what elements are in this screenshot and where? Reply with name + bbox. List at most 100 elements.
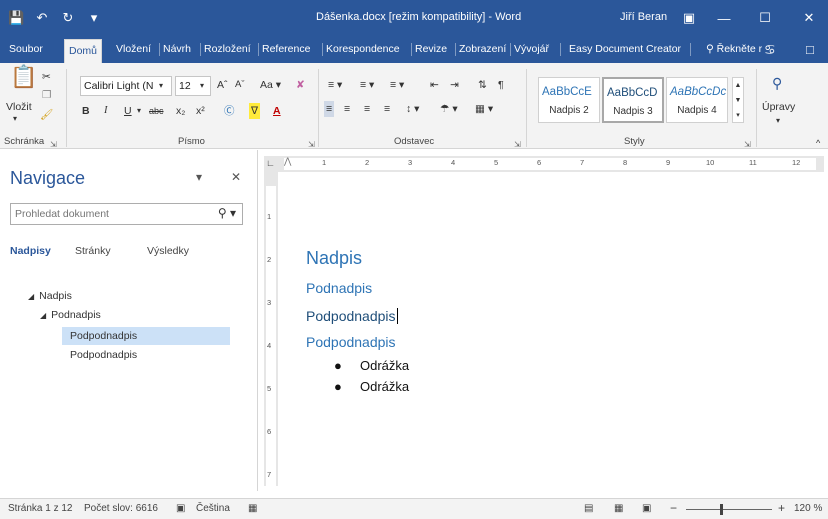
font-size-dropdown-icon[interactable]: ▾ [200,78,204,94]
heading-2[interactable]: Podnadpis [306,280,372,296]
zoom-out-icon[interactable]: − [670,501,677,515]
superscript-icon[interactable]: x² [196,103,205,119]
comments-icon[interactable]: □ [806,36,814,63]
paste-button[interactable]: Vložit [6,99,32,115]
font-size-box[interactable]: 12 [175,76,211,96]
tree-item-podpodnadpis[interactable]: Podpodnadpis [70,349,137,361]
justify-icon[interactable]: ≡ [384,101,390,117]
collapse-ribbon-icon[interactable]: ^ [816,135,820,151]
print-layout-icon[interactable]: ▦ [614,503,623,514]
search-box[interactable]: ⚲ ▾ [10,203,243,225]
pane-options-icon[interactable]: ▾ [196,170,202,184]
font-color-icon[interactable]: A [273,103,281,119]
clipboard-dialog-launcher-icon[interactable]: ⇲ [50,140,57,149]
tab-reference[interactable]: Reference [258,36,314,63]
increase-indent-icon[interactable]: ⇥ [450,77,459,93]
horizontal-ruler[interactable]: ∟ ⋀ 1 2 3 4 5 6 7 8 9 10 11 12 [264,156,824,172]
vertical-ruler[interactable]: 1 2 3 4 5 6 7 [264,172,278,486]
customize-qat-icon[interactable]: ▾ [86,9,102,27]
decrease-indent-icon[interactable]: ⇤ [430,77,439,93]
minimize-icon[interactable]: — [707,0,741,36]
maximize-icon[interactable]: ☐ [748,0,782,36]
styles-scroll[interactable]: ▲ ▼ ▾ [732,77,744,123]
tab-revize[interactable]: Revize [411,36,451,63]
style-heading-2[interactable]: AaBbCcE Nadpis 2 [538,77,600,123]
strikethrough-icon[interactable]: abc [149,103,164,119]
cut-icon[interactable]: ✂ [42,69,51,85]
numbering-icon[interactable]: ≡ ▾ [360,77,374,93]
word-count[interactable]: Počet slov: 6616 [84,503,158,514]
clear-formatting-icon[interactable]: ✘ [296,77,305,93]
align-center-icon[interactable]: ≡ [344,101,350,117]
tab-vlozeni[interactable]: Vložení [112,36,155,63]
zoom-slider-thumb[interactable] [720,504,723,515]
tab-domu[interactable]: Domů [64,39,103,63]
subscript-icon[interactable]: x₂ [176,103,185,119]
close-pane-icon[interactable]: ✕ [231,170,241,184]
ribbon-display-options-icon[interactable]: ▣ [672,0,706,36]
style-heading-4[interactable]: AaBbCcDc Nadpis 4 [666,77,728,123]
bullet-item[interactable]: ● Odrážka [334,379,409,394]
document-page[interactable]: Nadpis Podnadpis Podpodnadpis Podpodnadp… [282,172,824,490]
font-name-dropdown-icon[interactable]: ▾ [159,78,163,94]
tab-korespondence[interactable]: Korespondence [322,36,404,63]
indent-marker-icon[interactable]: ⋀ [284,156,291,167]
heading-3[interactable]: Podpodnadpis [306,334,396,350]
shrink-font-icon[interactable]: Aˇ [235,77,245,93]
collapse-icon[interactable]: ◢ [28,292,34,301]
read-mode-icon[interactable]: ▤ [584,503,593,514]
change-case-button[interactable]: Aa ▾ [260,77,281,93]
tab-soubor[interactable]: Soubor [5,36,47,63]
align-left-icon[interactable]: ≡ [324,101,335,117]
undo-icon[interactable]: ↶ [34,9,50,27]
user-name[interactable]: Jiří Beran [620,11,667,23]
tree-item-podpodnadpis-selected[interactable]: Podpodnadpis [62,327,230,345]
heading-1[interactable]: Nadpis [306,248,362,269]
multilevel-list-icon[interactable]: ≡ ▾ [390,77,404,93]
save-icon[interactable]: 💾 [8,9,24,27]
nav-tab-pages[interactable]: Stránky [75,245,111,257]
tab-rozlozeni[interactable]: Rozložení [200,36,255,63]
macro-record-icon[interactable]: ▦ [248,503,257,514]
format-painter-icon[interactable]: 🖌 [40,107,53,123]
heading-3-with-cursor[interactable]: Podpodnadpis [306,308,398,324]
underline-icon[interactable]: U [124,103,132,119]
styles-dialog-launcher-icon[interactable]: ⇲ [744,140,751,149]
paste-dropdown-icon[interactable]: ▾ [13,111,17,127]
underline-dropdown-icon[interactable]: ▾ [137,103,141,119]
align-right-icon[interactable]: ≡ [364,101,370,117]
bullets-icon[interactable]: ≡ ▾ [328,77,342,93]
search-icon[interactable]: ⚲ ▾ [218,206,236,220]
style-heading-3[interactable]: AaBbCcD Nadpis 3 [602,77,664,123]
grow-font-icon[interactable]: Aˆ [217,77,228,93]
tree-item-nadpis[interactable]: ◢ Nadpis [28,290,72,302]
line-spacing-icon[interactable]: ↕ ▾ [406,101,419,117]
share-icon[interactable]: ♋ [764,36,776,63]
tab-selector-icon[interactable]: ∟ [266,158,275,168]
tree-item-podnadpis[interactable]: ◢ Podnadpis [40,309,101,321]
editing-dropdown-icon[interactable]: ▾ [776,113,780,129]
web-layout-icon[interactable]: ▣ [642,503,651,514]
shading-icon[interactable]: ☂ ▾ [440,101,458,117]
copy-icon[interactable]: ❐ [42,87,51,103]
language[interactable]: Čeština [196,503,230,514]
close-icon[interactable]: ✕ [792,0,826,36]
nav-tab-results[interactable]: Výsledky [147,245,189,257]
paragraph-dialog-launcher-icon[interactable]: ⇲ [514,140,521,149]
redo-icon[interactable]: ↻ [60,9,76,27]
font-dialog-launcher-icon[interactable]: ⇲ [308,140,315,149]
italic-icon[interactable]: I [104,103,108,119]
tell-me-search[interactable]: ⚲ Řekněte r [706,36,762,63]
nav-tab-headings[interactable]: Nadpisy [10,245,51,257]
bold-icon[interactable]: B [82,103,90,119]
tab-easy-document-creator[interactable]: Easy Document Creator [565,36,685,63]
tab-navrh[interactable]: Návrh [159,36,195,63]
text-effects-icon[interactable]: Ⓒ [224,103,235,119]
zoom-in-icon[interactable]: + [778,501,785,515]
tab-zobrazeni[interactable]: Zobrazení [455,36,510,63]
highlight-icon[interactable]: ∇ [249,103,261,119]
zoom-slider[interactable] [686,509,772,510]
search-input[interactable] [11,204,201,224]
proofing-icon[interactable]: ▣ [176,503,185,514]
zoom-level[interactable]: 120 % [794,503,822,514]
